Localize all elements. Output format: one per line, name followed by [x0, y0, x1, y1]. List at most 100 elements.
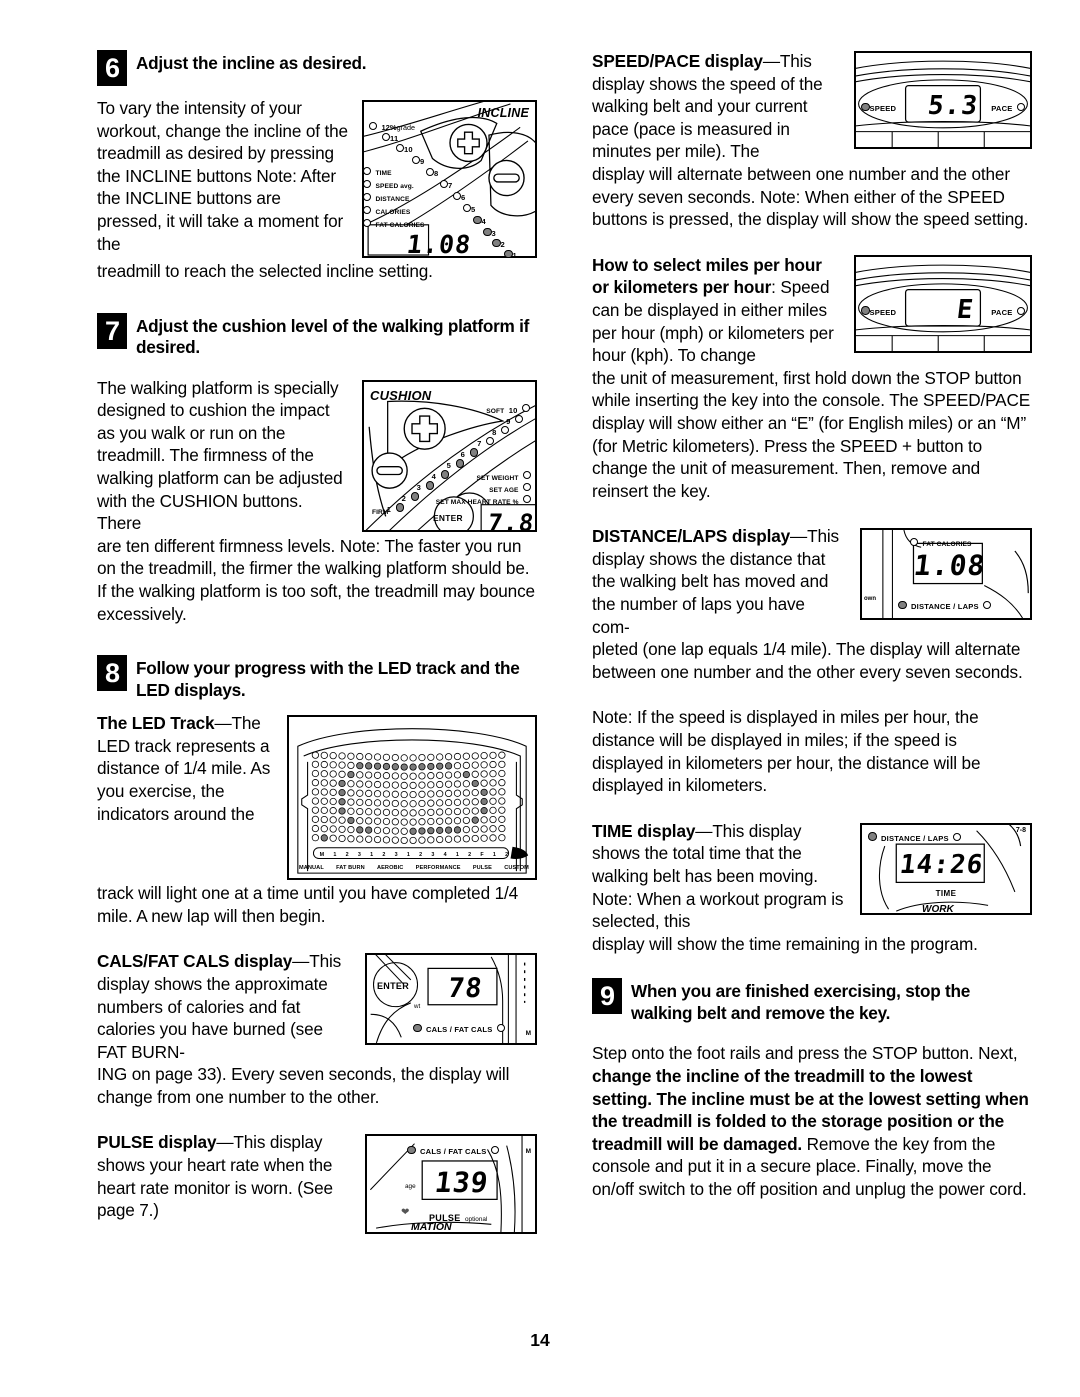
- incline-led-label-7: 7: [448, 181, 453, 190]
- program-label-pulse: PULSE: [472, 865, 492, 872]
- pulse-led-right: [490, 1146, 499, 1155]
- pace-led: [1017, 102, 1025, 111]
- program-label-aerobic: AEROBIC: [376, 865, 404, 872]
- pulse-top-label: CALS / FAT CALS: [419, 1147, 487, 1157]
- cushion-lcd-value: 7.8: [485, 508, 536, 537]
- cals-dash: —: [292, 951, 310, 972]
- speed-pace-display-diagram: SPEED PACE 5.3: [854, 51, 1032, 149]
- step-6-header: 6 Adjust the incline as desired.: [97, 50, 537, 86]
- incline-led-11: [382, 132, 390, 141]
- incline-led-4: [473, 215, 482, 225]
- pace-unit-label: PACE: [991, 307, 1013, 317]
- led-track-key-7: 1: [406, 852, 410, 859]
- cushion-console-diagram: CUSHION SOFT 10 9 8 7 6 5 4 3 2 1 FIRM S…: [362, 379, 537, 537]
- speed-pace-heading: SPEED/PACE display: [592, 51, 763, 71]
- led-track-key-12: 2: [468, 852, 472, 859]
- cals-m-label: M: [525, 1030, 531, 1038]
- step-9-title: When you are finished exercising, stop t…: [631, 981, 971, 1023]
- cushion-figure-title: CUSHION: [370, 387, 432, 403]
- units-section: SPEED PACE E How to select miles per hou…: [592, 254, 1032, 367]
- time-display-diagram: DISTANCE / LAPS 7-8 14:26 TIME WORK: [860, 822, 1032, 915]
- time-label: TIME: [935, 888, 957, 898]
- led-track-key-13: F: [480, 852, 484, 859]
- speed-pace-section: SPEED PACE 5.3 SPEED/PACE display—This d…: [592, 50, 1032, 163]
- program-label-manual: MANUAL: [299, 865, 324, 872]
- pulse-led-left: [407, 1145, 416, 1155]
- led-track-key-14: 1: [492, 852, 496, 859]
- speed-led: [861, 102, 870, 112]
- led-track-key-3: 3: [357, 852, 361, 859]
- step-7-body: CUSHION SOFT 10 9 8 7 6 5 4 3 2 1 FIRM S…: [97, 377, 537, 537]
- pulse-optional-label: optional: [464, 1216, 488, 1224]
- page-number: 14: [530, 1330, 550, 1350]
- distance-laps-dash: —: [790, 526, 808, 547]
- cushion-firm-label: FIRM: [372, 508, 389, 516]
- cals-enter-button-label[interactable]: ENTER: [377, 981, 409, 991]
- incline-side-led-fat-calories: [363, 218, 371, 227]
- pulse-section: CALS / FAT CALS age 139 ❤ PULSE optional…: [97, 1131, 537, 1238]
- cushion-led-7: [486, 437, 494, 446]
- incline-led-3: [483, 227, 492, 237]
- speed-pace-unit-display-diagram: SPEED PACE E: [854, 254, 1032, 353]
- cushion-led-1: [395, 503, 404, 512]
- cushion-led-8: [501, 426, 509, 435]
- pace-label: PACE: [991, 104, 1013, 113]
- program-label-custom: CUSTOM: [504, 865, 529, 872]
- cushion-led-4: [440, 470, 449, 479]
- incline-side-led-speed: [363, 179, 371, 188]
- incline-led-12: [369, 121, 377, 130]
- led-track-key-6: 3: [394, 852, 398, 859]
- incline-led-label-8: 8: [434, 169, 439, 178]
- incline-side-led-distance: [363, 192, 371, 201]
- incline-led-label-1: 1: [512, 251, 517, 260]
- program-label-performance: PERFORMANCE: [415, 865, 461, 872]
- cushion-led-6: [469, 448, 478, 457]
- pulse-heading: PULSE display: [97, 1132, 217, 1153]
- cals-fat-cals-display-diagram: ENTER wt 78 CALS / FAT CALS M: [365, 953, 537, 1046]
- cushion-soft-label: SOFT: [486, 407, 505, 415]
- cals-led-left: [413, 1023, 422, 1033]
- distance-laps-led-left: [898, 600, 907, 610]
- led-track-diagram: M 1 2 3 1 2 3 1 2 3 4 1 2 F 1 2 MANUAL FAT BURN AEROBIC…: [287, 715, 537, 881]
- distance-fat-calories-led: [910, 538, 918, 547]
- incline-led-8: [426, 167, 434, 176]
- incline-console-diagram: 1.08 INCLINE 12%grade 11 10 9 8 7 6 5 4 …: [362, 100, 537, 260]
- speed-pace-lcd-value: 5.3: [926, 91, 980, 121]
- led-track-key-4: 1: [370, 852, 374, 859]
- step-8-title: Follow your progress with the LED track …: [136, 658, 520, 700]
- pulse-dash: —: [216, 1132, 234, 1153]
- time-section: DISTANCE / LAPS 7-8 14:26 TIME WORK TIME…: [592, 820, 1032, 933]
- incline-led-10: [396, 143, 404, 152]
- led-track-heading: The LED Track: [97, 713, 215, 734]
- right-column: SPEED PACE 5.3 SPEED/PACE display—This d…: [592, 50, 1032, 1201]
- led-track-key-10: 4: [443, 852, 447, 859]
- cushion-enter-button-label[interactable]: ENTER: [433, 513, 463, 523]
- distance-laps-heading: DISTANCE/LAPS display: [592, 526, 791, 547]
- program-label-fat-burn: FAT BURN: [336, 865, 365, 872]
- cals-heading: CALS/FAT CALS display: [97, 951, 293, 972]
- led-track-key-0: M: [319, 852, 325, 859]
- led-track-dash: —: [214, 713, 232, 734]
- step-7-number: 7: [97, 312, 127, 349]
- units-colon: :: [771, 277, 776, 298]
- cals-display-label: CALS / FAT CALS: [425, 1025, 493, 1035]
- time-bottom-label: WORK: [922, 903, 954, 915]
- time-top-label: DISTANCE / LAPS: [880, 833, 949, 843]
- speed-unit-label: SPEED: [869, 307, 897, 317]
- led-track-key-15: 2: [505, 852, 509, 859]
- incline-led-7: [440, 179, 448, 188]
- time-distance-led-left: [868, 832, 877, 841]
- speed-pace-paragraph-tail: display will alternate between one numbe…: [592, 163, 1029, 230]
- speed-pace-dash: —: [762, 51, 780, 71]
- step-6-body: 1.08 INCLINE 12%grade 11 10 9 8 7 6 5 4 …: [97, 97, 537, 260]
- led-track-column-keys: M 1 2 3 1 2 3 1 2 3 4 1 2 F 1 2: [315, 852, 513, 858]
- step-7-title: Adjust the cushion level of the walking …: [136, 315, 530, 358]
- heart-icon: ❤: [401, 1207, 410, 1219]
- incline-led-6: [453, 191, 461, 200]
- incline-lcd-value: 1.08: [405, 229, 473, 259]
- incline-led-2: [492, 238, 501, 248]
- led-track-key-1: 1: [333, 852, 337, 859]
- cushion-side-label-set-max-heart-rate: SET MAX HEART RATE %: [435, 498, 519, 506]
- distance-laps-note: Note: If the speed is displayed in miles…: [592, 707, 981, 796]
- left-column: 6 Adjust the incline as desired. 1.08 IN…: [97, 50, 537, 1238]
